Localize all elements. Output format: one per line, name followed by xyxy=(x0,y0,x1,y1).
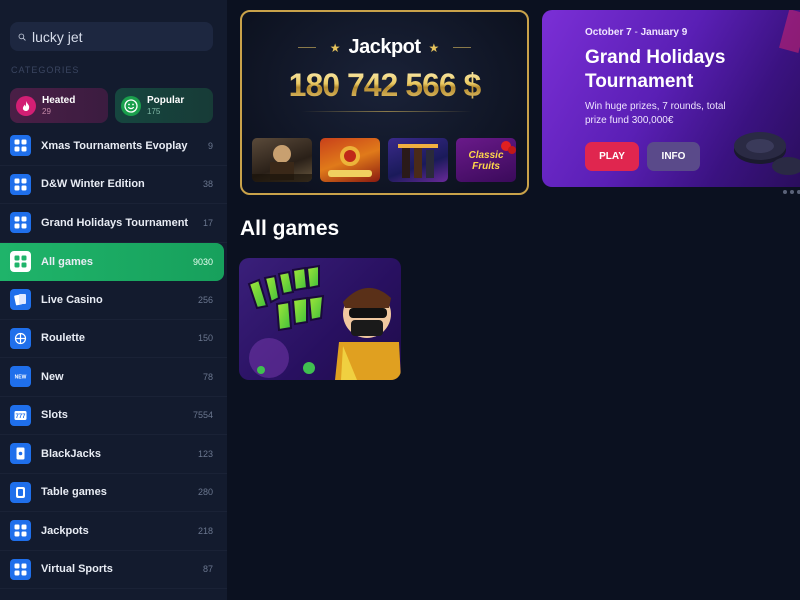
jackpot-panel[interactable]: ★ Jackpot ★ 180 742 566 $ Classic Fruits xyxy=(240,10,529,195)
search-input[interactable] xyxy=(32,22,213,51)
sidebar-item-blackjacks[interactable]: BlackJacks 123 xyxy=(0,435,227,474)
jackpot-game-thumb[interactable] xyxy=(388,138,448,182)
flame-icon xyxy=(16,95,36,116)
game-card-lucky-jet[interactable] xyxy=(239,258,401,380)
sidebar-item-label: All games xyxy=(41,255,93,268)
divider xyxy=(453,47,472,48)
sidebar-item-count: 38 xyxy=(202,179,213,190)
live-casino-icon xyxy=(10,289,31,311)
star-icon: ★ xyxy=(428,40,440,55)
categories-label: CATEGORIES xyxy=(11,65,80,75)
sidebar-item-count: 280 xyxy=(197,487,213,498)
sidebar-item-new[interactable]: NEW New 78 xyxy=(0,358,227,397)
svg-text:777: 777 xyxy=(15,414,26,420)
category-count: 29 xyxy=(42,106,51,116)
sidebar-item-count: 123 xyxy=(197,448,213,459)
banner-date: October 7 - January 9 xyxy=(585,27,687,38)
sidebar-item-label: Jackpots xyxy=(41,524,89,537)
sidebar-item-count: 17 xyxy=(202,217,213,228)
sidebar-item-count: 87 xyxy=(202,564,213,575)
grid-icon xyxy=(10,251,31,273)
sidebar-item-d-w-winter-edition[interactable]: D&W Winter Edition 38 xyxy=(0,166,227,204)
carousel-dot[interactable] xyxy=(783,190,787,194)
sidebar-item-table-games[interactable]: Table games 280 xyxy=(0,474,227,512)
category-nav: Xmas Tournaments Evoplay 9 D&W Winter Edit… xyxy=(0,127,227,589)
sidebar-item-label: Table games xyxy=(41,486,107,499)
app-root: CATEGORIES Heated 29 Popular 175 Xmas To… xyxy=(0,0,800,600)
star-icon: ★ xyxy=(329,40,341,55)
jackpot-games: Classic Fruits xyxy=(252,138,516,182)
sidebar-item-label: Virtual Sports xyxy=(41,563,113,576)
sidebar-item-label: Grand Holidays Tournament xyxy=(41,216,189,229)
grid-icon xyxy=(10,520,31,542)
section-title: All games xyxy=(240,217,340,240)
sidebar-item-count: 9030 xyxy=(192,256,213,267)
grid-icon xyxy=(10,558,31,580)
sidebar-item-label: Live Casino xyxy=(41,293,103,306)
lucky-jet-artwork xyxy=(247,264,401,380)
sidebar-item-count: 150 xyxy=(197,333,213,344)
grid-icon xyxy=(10,135,31,157)
category-name: Popular xyxy=(147,94,185,106)
sidebar-item-jackpots[interactable]: Jackpots 218 xyxy=(0,512,227,551)
sidebar: CATEGORIES Heated 29 Popular 175 Xmas To… xyxy=(0,0,227,600)
sidebar-item-label: Roulette xyxy=(41,332,85,345)
sidebar-item-count: 218 xyxy=(197,525,213,536)
svg-text:NEW: NEW xyxy=(15,375,27,381)
banner-date-separator: - xyxy=(631,27,641,38)
sidebar-item-count: 78 xyxy=(202,371,213,382)
sidebar-item-grand-holidays-tournament[interactable]: Grand Holidays Tournament 17 xyxy=(0,204,227,243)
chip-icon xyxy=(10,481,31,503)
sidebar-item-label: Slots xyxy=(41,409,68,422)
carousel-dot[interactable] xyxy=(790,190,794,194)
grid-icon xyxy=(10,212,31,234)
sidebar-item-virtual-sports[interactable]: Virtual Sports 87 xyxy=(0,551,227,589)
tournament-banner[interactable]: October 7 - January 9 Grand Holidays Tou… xyxy=(542,10,800,187)
grid-icon xyxy=(10,173,31,195)
sidebar-item-count: 256 xyxy=(197,294,213,305)
info-button[interactable]: INFO xyxy=(647,142,700,171)
category-count: 175 xyxy=(147,106,161,116)
sidebar-item-label: New xyxy=(41,370,64,383)
sidebar-item-roulette[interactable]: Roulette 150 xyxy=(0,320,227,358)
roulette-icon xyxy=(10,327,31,349)
banner-date-end: January 9 xyxy=(640,27,688,38)
search-icon xyxy=(18,33,26,41)
carousel-dots[interactable] xyxy=(783,190,800,194)
slots-icon: 777 xyxy=(10,404,31,426)
casino-chip-icon xyxy=(734,10,800,175)
search-box[interactable] xyxy=(10,22,213,51)
divider xyxy=(302,111,472,112)
category-card-popular[interactable]: Popular 175 xyxy=(115,88,213,123)
jackpot-game-label: Classic Fruits xyxy=(468,150,504,172)
play-button[interactable]: PLAY xyxy=(585,142,639,171)
sidebar-item-label: Xmas Tournaments Evoplay xyxy=(41,139,188,152)
new-badge-icon: NEW xyxy=(10,366,31,388)
jackpot-title: Jackpot xyxy=(348,36,421,58)
sidebar-item-label: D&W Winter Edition xyxy=(41,178,145,191)
divider xyxy=(297,47,316,48)
sidebar-item-label: BlackJacks xyxy=(41,447,101,460)
banner-description: Win huge prizes, 7 rounds, total prize f… xyxy=(585,101,726,126)
category-card-heated[interactable]: Heated 29 xyxy=(10,88,108,123)
sidebar-item-slots[interactable]: 777 Slots 7554 xyxy=(0,397,227,435)
jackpot-game-thumb[interactable]: Classic Fruits xyxy=(456,138,516,182)
sidebar-item-count: 9 xyxy=(207,140,213,151)
sidebar-item-count: 7554 xyxy=(192,410,213,421)
sidebar-item-live-casino[interactable]: Live Casino 256 xyxy=(0,281,227,320)
jackpot-game-thumb[interactable] xyxy=(252,138,312,182)
banner-title: Grand Holidays Tournament xyxy=(585,47,726,92)
card-icon xyxy=(10,443,31,465)
sidebar-item-all-games[interactable]: All games 9030 xyxy=(0,242,224,281)
sidebar-item-xmas-tournaments-evoplay[interactable]: Xmas Tournaments Evoplay 9 xyxy=(0,127,227,166)
category-name: Heated xyxy=(42,94,76,106)
jackpot-game-thumb[interactable] xyxy=(320,138,380,182)
jackpot-amount: 180 742 566 $ xyxy=(242,67,527,104)
smile-icon xyxy=(121,95,141,116)
banner-date-start: October 7 xyxy=(585,27,632,38)
